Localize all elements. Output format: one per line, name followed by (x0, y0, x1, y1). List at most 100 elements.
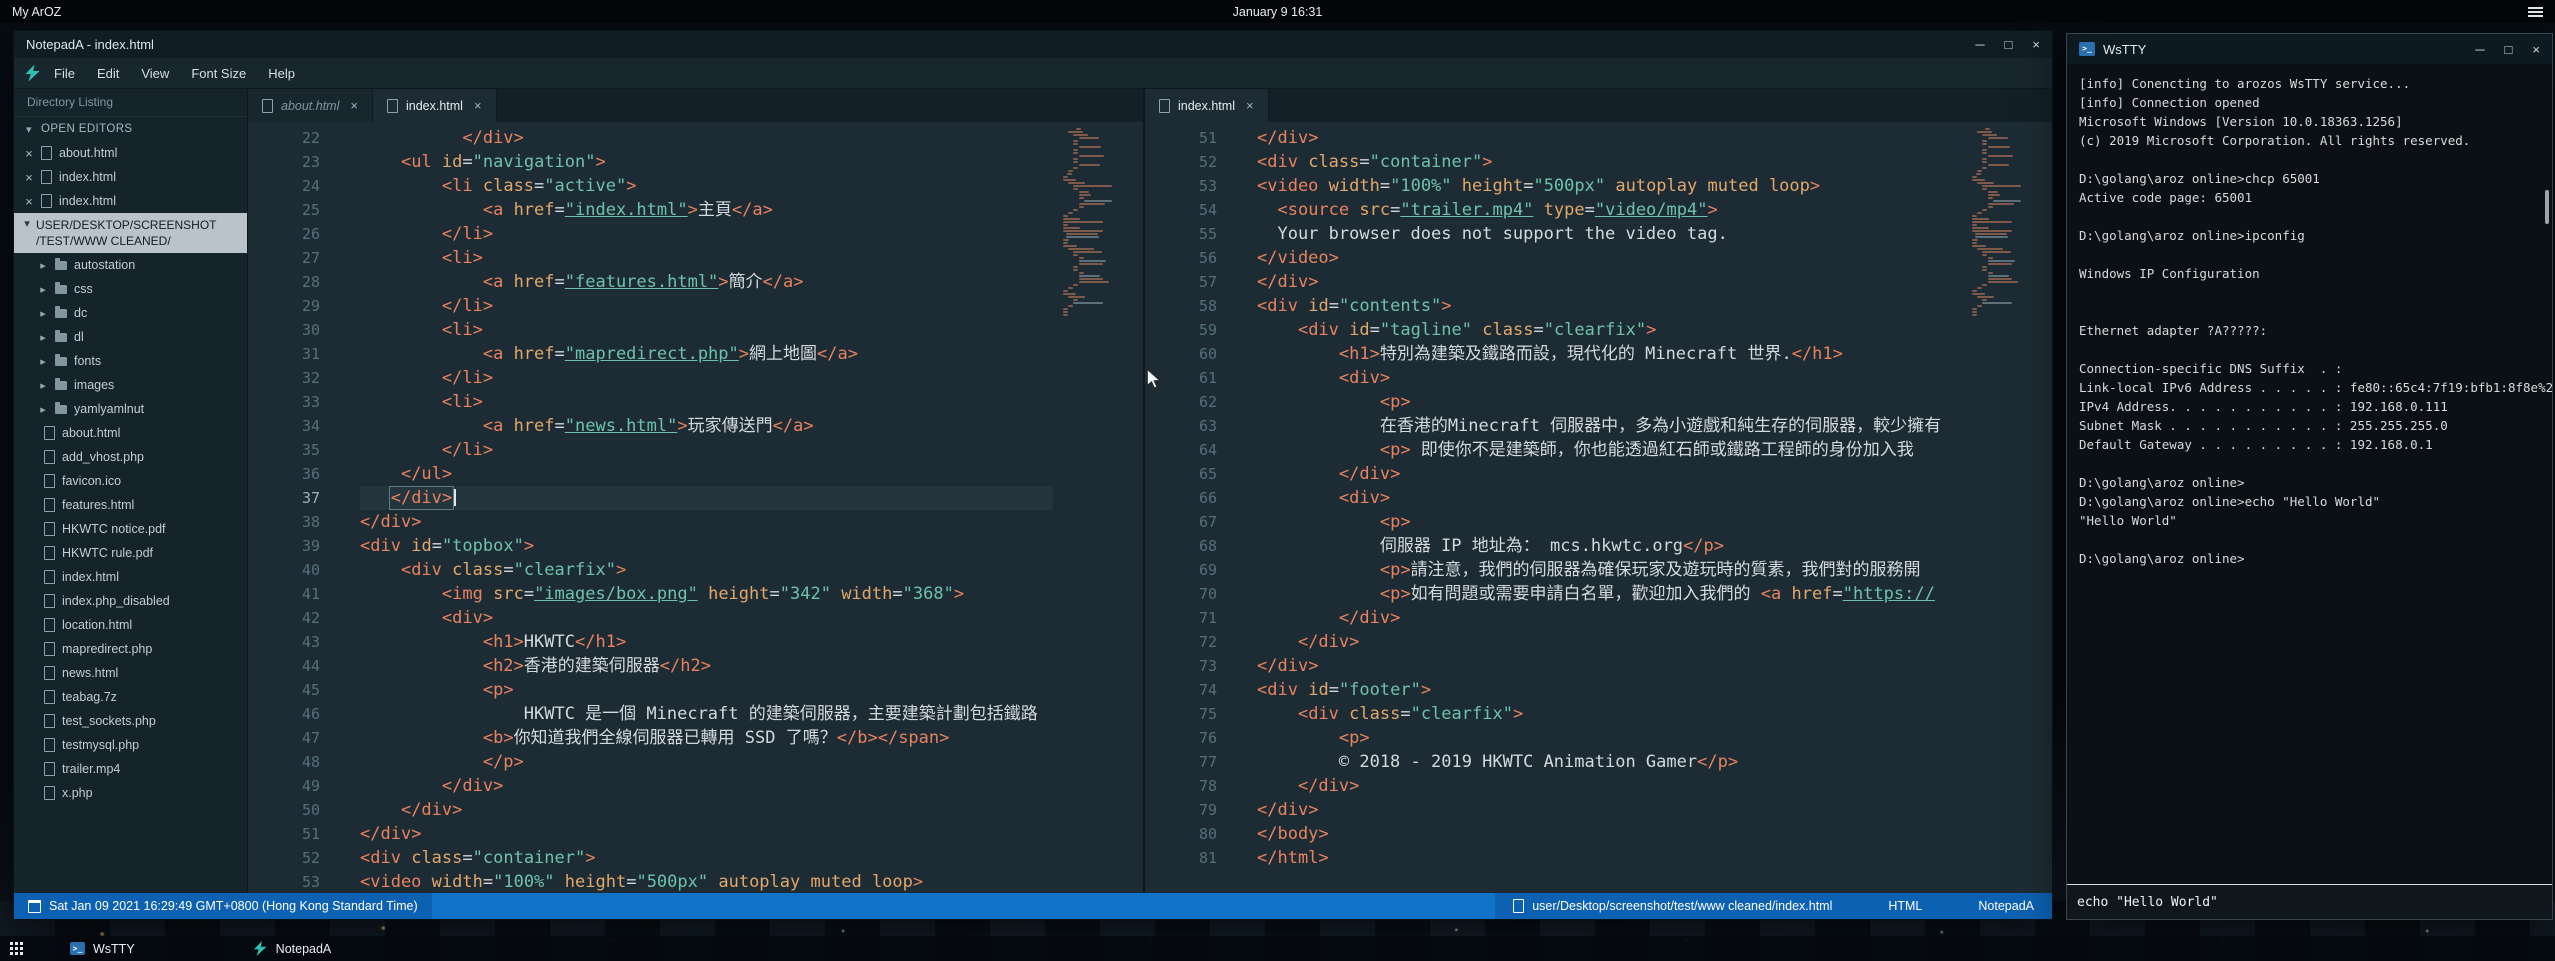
open-editor-about.html[interactable]: ×about.html (14, 141, 247, 165)
code-line[interactable]: <div class="clearfix"> (1257, 702, 1962, 726)
code-line[interactable]: <div> (360, 606, 1053, 630)
code-line[interactable]: <p> 即使你不是建築師，你也能透過紅石師或鐵路工程師的身份加入我 (1257, 438, 1962, 462)
statusbar-file-group[interactable]: user/Desktop/screenshot/test/www cleaned… (1513, 899, 1832, 913)
code-line[interactable]: <p>請注意，我們的伺服器為確保玩家及遊玩時的質素，我們對的服務開 (1257, 558, 1962, 582)
open-editor-index.html[interactable]: ×index.html (14, 189, 247, 213)
code-editor-right[interactable]: 5152535455565758596061626364656667686970… (1145, 122, 2052, 893)
folder-dc[interactable]: ▸dc (14, 301, 247, 325)
app-launcher-icon[interactable] (10, 942, 32, 956)
code-line[interactable]: <li class="active"> (360, 174, 1053, 198)
tab-close-icon[interactable]: × (474, 98, 482, 113)
code-line[interactable]: <p>如有問題或需要申請白名單，歡迎加入我們的 <a href="https:/… (1257, 582, 1962, 606)
code-line[interactable]: <p> (360, 678, 1053, 702)
code-line[interactable]: </div> (1257, 606, 1962, 630)
tab-close-icon[interactable]: × (350, 98, 358, 113)
code-line[interactable]: <li> (360, 390, 1053, 414)
notepada-titlebar[interactable]: NotepadA - index.html ─ □ × (14, 31, 2052, 58)
menu-font-size[interactable]: Font Size (180, 62, 257, 85)
code-line[interactable]: <img src="images/box.png" height="342" w… (360, 582, 1053, 606)
code-line[interactable]: 在香港的Minecraft 伺服器中，多為小遊戲和純生存的伺服器，較少擁有 (1257, 414, 1962, 438)
folder-fonts[interactable]: ▸fonts (14, 349, 247, 373)
file-HKWTC notice.pdf[interactable]: HKWTC notice.pdf (14, 517, 247, 541)
code-line[interactable]: <div id="contents"> (1257, 294, 1962, 318)
code-line[interactable]: <div id="topbox"> (360, 534, 1053, 558)
file-index.php_disabled[interactable]: index.php_disabled (14, 589, 247, 613)
folder-autostation[interactable]: ▸autostation (14, 253, 247, 277)
code-line[interactable]: <a href="features.html">簡介</a> (360, 270, 1053, 294)
aroz-brand[interactable]: My ArOZ (12, 5, 61, 19)
statusbar-language[interactable]: HTML (1888, 899, 1922, 913)
tab-index.html[interactable]: index.html× (1145, 89, 1269, 122)
close-icon[interactable]: × (2532, 43, 2540, 56)
menu-help[interactable]: Help (257, 62, 306, 85)
maximize-icon[interactable]: □ (2505, 43, 2513, 56)
file-index.html[interactable]: index.html (14, 565, 247, 589)
code-line[interactable]: </div> (1257, 798, 1962, 822)
terminal-output[interactable]: [info] Conencting to arozos WsTTY servic… (2067, 64, 2552, 884)
tree-root-folder[interactable]: ▾ USER/DESKTOP/SCREENSHOT /TEST/WWW CLEA… (14, 213, 247, 253)
code-line[interactable]: </li> (360, 438, 1053, 462)
file-trailer.mp4[interactable]: trailer.mp4 (14, 757, 247, 781)
file-favicon.ico[interactable]: favicon.ico (14, 469, 247, 493)
file-x.php[interactable]: x.php (14, 781, 247, 805)
open-editors-section[interactable]: ▾ OPEN EDITORS (14, 117, 247, 141)
folder-css[interactable]: ▸css (14, 277, 247, 301)
code-line[interactable]: <p> (1257, 390, 1962, 414)
code-line[interactable]: <video width="100%" height="500px" autop… (360, 870, 1053, 893)
code-line[interactable]: </div> (360, 774, 1053, 798)
menu-view[interactable]: View (130, 62, 180, 85)
code-line[interactable]: </p> (360, 750, 1053, 774)
datetime-chip[interactable]: Sat Jan 09 2021 16:29:49 GMT+0800 (Hong … (14, 893, 432, 919)
code-line[interactable]: <h1>特別為建築及鐵路而設，現代化的 Minecraft 世界.</h1> (1257, 342, 1962, 366)
code-line[interactable]: 伺服器 IP 地址為： mcs.hkwtc.org</p> (1257, 534, 1962, 558)
terminal-scrollbar[interactable] (2545, 190, 2549, 224)
code-line[interactable]: <div id="footer"> (1257, 678, 1962, 702)
menu-edit[interactable]: Edit (86, 62, 130, 85)
folder-images[interactable]: ▸images (14, 373, 247, 397)
code-line[interactable]: <div class="container"> (1257, 150, 1962, 174)
code-line[interactable]: </div> (1257, 774, 1962, 798)
code-line[interactable]: © 2018 - 2019 HKWTC Animation Gamer</p> (1257, 750, 1962, 774)
code-line[interactable]: </html> (1257, 846, 1962, 870)
code-line[interactable]: <div> (1257, 486, 1962, 510)
close-icon[interactable]: × (24, 146, 34, 161)
code-line[interactable]: </body> (1257, 822, 1962, 846)
code-line[interactable]: <p> (1257, 726, 1962, 750)
code-line[interactable]: <a href="mapredirect.php">網上地圖</a> (360, 342, 1053, 366)
code-line[interactable]: </li> (360, 366, 1053, 390)
code-line[interactable]: </div> (1257, 630, 1962, 654)
code-line[interactable]: </div> (360, 126, 1053, 150)
close-icon[interactable]: × (24, 194, 34, 209)
file-testmysql.php[interactable]: testmysql.php (14, 733, 247, 757)
minimize-icon[interactable]: ─ (2475, 43, 2484, 56)
code-line[interactable]: <h2>香港的建築伺服器</h2> (360, 654, 1053, 678)
file-test_sockets.php[interactable]: test_sockets.php (14, 709, 247, 733)
tab-about.html[interactable]: about.html× (248, 89, 373, 122)
file-HKWTC rule.pdf[interactable]: HKWTC rule.pdf (14, 541, 247, 565)
taskbar-item-wstty[interactable]: >_WsTTY (70, 936, 135, 961)
code-line[interactable]: </div> (360, 510, 1053, 534)
code-line[interactable]: <b>你知道我們全線伺服器已轉用 SSD 了嗎？</b></span> (360, 726, 1053, 750)
code-line[interactable]: </div> (360, 822, 1053, 846)
code-area[interactable]: </div><div class="container"><video widt… (1231, 122, 2052, 893)
code-line[interactable]: </div> (360, 798, 1053, 822)
minimap[interactable] (1972, 128, 2044, 317)
code-line[interactable]: <p> (1257, 510, 1962, 534)
code-line[interactable]: <div id="tagline" class="clearfix"> (1257, 318, 1962, 342)
code-editor-left[interactable]: 2223242526272829303132333435363738394041… (248, 122, 1143, 893)
system-menu-icon[interactable] (2528, 7, 2543, 17)
code-line[interactable]: <a href="news.html">玩家傳送門</a> (360, 414, 1053, 438)
code-area[interactable]: </div> <ul id="navigation"> <li class="a… (334, 122, 1143, 893)
code-line[interactable]: </div> (1257, 462, 1962, 486)
code-line[interactable]: </div> (1257, 126, 1962, 150)
file-teabag.7z[interactable]: teabag.7z (14, 685, 247, 709)
file-features.html[interactable]: features.html (14, 493, 247, 517)
open-editor-index.html[interactable]: ×index.html (14, 165, 247, 189)
code-line[interactable]: <div class="container"> (360, 846, 1053, 870)
code-line[interactable]: </div> (1257, 270, 1962, 294)
tab-close-icon[interactable]: × (1246, 98, 1254, 113)
file-location.html[interactable]: location.html (14, 613, 247, 637)
code-line[interactable]: <a href="index.html">主頁</a> (360, 198, 1053, 222)
code-line[interactable]: <h1>HKWTC</h1> (360, 630, 1053, 654)
code-line[interactable]: HKWTC 是一個 Minecraft 的建築伺服器，主要建築計劃包括鐵路 (360, 702, 1053, 726)
